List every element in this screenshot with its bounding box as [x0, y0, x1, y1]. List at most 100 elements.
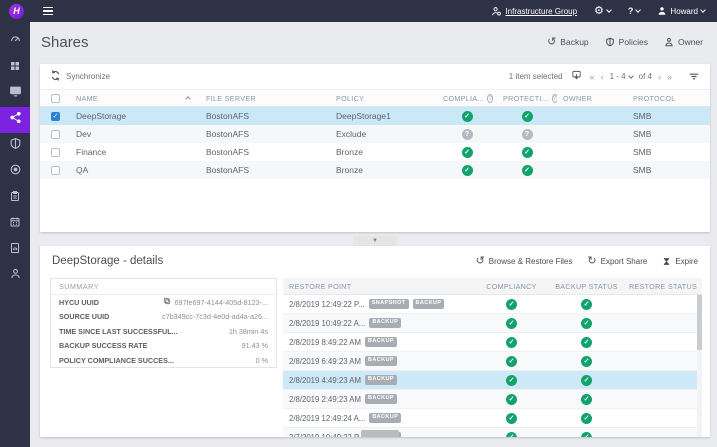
infrastructure-group-menu[interactable]: Infrastructure Group	[491, 6, 577, 17]
sidebar-item-reports[interactable]	[0, 237, 30, 263]
table-row[interactable]: DeepStorage BostonAFS DeepStorage1 SMB	[40, 107, 710, 125]
infrastructure-group-link[interactable]: Infrastructure Group	[505, 7, 577, 16]
selection-count: 1 item selected	[508, 72, 563, 81]
panel-collapse-handle[interactable]: ▼	[353, 236, 397, 246]
page-range-label: 1 - 4	[609, 72, 626, 81]
snapshot-tag: SNAPSHOT	[368, 299, 409, 309]
browse-restore-files-button[interactable]: ↺ Browse & Restore Files	[475, 254, 573, 267]
select-all-checkbox[interactable]	[50, 93, 60, 103]
policies-button[interactable]: Policies	[605, 37, 648, 47]
row-checkbox[interactable]	[50, 111, 60, 121]
sidebar-item-virtual-machines[interactable]	[0, 81, 30, 107]
compliancy-status-icon	[461, 110, 473, 122]
compliancy-status-icon	[506, 317, 517, 329]
sidebar-item-targets[interactable]	[0, 159, 30, 185]
restore-point-row[interactable]: 2/8/2019 4:49:23 AM BACKUP	[283, 371, 702, 390]
restore-point-row[interactable]: 2/8/2019 12:49:24 A... BACKUP	[283, 409, 702, 428]
help-menu[interactable]: ?	[627, 6, 642, 16]
bottom-drag-handle[interactable]	[361, 430, 399, 437]
restore-icon: ↺	[475, 254, 485, 267]
backup-button[interactable]: ↺ Backup	[547, 36, 589, 48]
gear-icon: ⚙	[594, 4, 604, 17]
copy-icon[interactable]	[163, 297, 171, 307]
synchronize-label: Synchronize	[66, 72, 111, 81]
restore-point-row[interactable]: 2/8/2019 2:49:23 AM BACKUP	[283, 390, 702, 409]
protocol: SMB	[633, 165, 652, 175]
page-range-dropdown[interactable]: 1 - 4	[609, 72, 634, 81]
expire-button[interactable]: Expire	[662, 256, 698, 267]
restore-point-row[interactable]: 2/8/2019 12:49:22 P... SNAPSHOT BACKUP	[283, 295, 702, 314]
sidebar-item-shares[interactable]	[0, 107, 30, 133]
synchronize-button[interactable]: Synchronize	[50, 70, 110, 83]
hycu-uuid-value: 697fe697-4144-405d-8123-...	[174, 297, 268, 307]
time-since-value: 1h 38min 4s	[228, 326, 268, 336]
column-header-owner[interactable]: OWNER	[557, 94, 627, 103]
sidebar-item-applications[interactable]	[0, 55, 30, 81]
settings-menu[interactable]: ⚙	[594, 4, 612, 17]
infrastructure-group-icon	[491, 6, 502, 17]
column-header-compliancy[interactable]: COMPLIANCY	[474, 282, 549, 291]
menu-hamburger-icon[interactable]	[43, 6, 53, 16]
protocol: SMB	[633, 129, 652, 139]
restore-point-time: 2/8/2019 10:49:22 A...	[289, 318, 366, 328]
row-checkbox[interactable]	[50, 129, 60, 139]
export-share-button[interactable]: ↻ Export Share	[587, 255, 647, 267]
page-next-button[interactable]: ›	[658, 72, 661, 82]
vertical-scrollbar[interactable]	[697, 295, 702, 437]
column-header-restore-point[interactable]: RESTORE POINT	[283, 282, 474, 291]
column-header-policy[interactable]: POLICY	[330, 94, 437, 103]
restore-point-time: 2/8/2019 8:49:22 AM	[289, 337, 361, 347]
column-header-file-server[interactable]: FILE SERVER	[200, 94, 330, 103]
sidebar-item-administration[interactable]	[0, 263, 30, 289]
scrollbar-thumb[interactable]	[697, 295, 702, 350]
backup-tag: BACKUP	[412, 299, 445, 309]
dashboard-icon	[9, 33, 22, 51]
row-checkbox[interactable]	[50, 147, 60, 157]
sidebar-item-policies[interactable]	[0, 133, 30, 159]
chevron-down-icon	[627, 72, 634, 79]
column-header-name[interactable]: NAME	[70, 94, 200, 103]
page-first-button[interactable]: «	[590, 72, 595, 82]
compliancy-status-icon	[506, 336, 517, 348]
summary-row: POLICY COMPLIANCE SUCCES... 0 %	[59, 355, 268, 365]
filter-icon[interactable]	[688, 71, 700, 82]
show-selected-icon[interactable]	[571, 70, 582, 83]
administration-icon	[9, 267, 22, 285]
main-content: Shares ↺ Backup Policies Owner Synchroni…	[30, 22, 717, 447]
table-row[interactable]: Dev BostonAFS Exclude SMB	[40, 125, 710, 143]
page-last-button[interactable]: »	[667, 72, 672, 82]
user-menu[interactable]: Howard	[657, 6, 706, 16]
summary-box: SUMMARY HYCU UUID 697fe697-4144-405d-812…	[50, 278, 277, 368]
summary-row: BACKUP SUCCESS RATE 91.43 %	[59, 341, 268, 351]
owner-button[interactable]: Owner	[664, 37, 703, 47]
triangle-down-icon: ▼	[372, 238, 378, 244]
column-header-restore-status[interactable]: RESTORE STATUS	[624, 282, 702, 291]
restore-table-body: 2/8/2019 12:49:22 P... SNAPSHOT BACKUP 2…	[283, 295, 702, 437]
restore-point-row[interactable]: 2/7/2019 10:49:22 P... BACKUP	[283, 428, 702, 437]
backup-status-icon	[581, 355, 592, 367]
user-name: Howard	[670, 6, 698, 16]
page-prev-button[interactable]: ‹	[601, 72, 604, 82]
backup-tag: BACKUP	[369, 413, 402, 423]
sidebar-item-jobs[interactable]	[0, 185, 30, 211]
column-header-backup-status[interactable]: BACKUP STATUS	[549, 282, 624, 291]
column-header-protection[interactable]: PROTECTI...	[497, 93, 557, 103]
sidebar-item-dashboard[interactable]	[0, 29, 30, 55]
restore-point-row[interactable]: 2/8/2019 6:49:23 AM BACKUP	[283, 352, 702, 371]
backup-tag: BACKUP	[369, 318, 402, 328]
shares-icon	[9, 111, 22, 129]
compliancy-status-icon	[461, 128, 473, 140]
backup-tag: BACKUP	[364, 356, 397, 366]
help-circle-icon[interactable]	[487, 93, 494, 103]
row-checkbox[interactable]	[50, 165, 60, 175]
table-row[interactable]: QA BostonAFS Bronze SMB	[40, 161, 710, 179]
restore-point-row[interactable]: 2/8/2019 10:49:22 A... BACKUP	[283, 314, 702, 333]
table-row[interactable]: Finance BostonAFS Bronze SMB	[40, 143, 710, 161]
restore-point-row[interactable]: 2/8/2019 8:49:22 AM BACKUP	[283, 333, 702, 352]
hycu-logo-icon[interactable]: H	[9, 3, 24, 19]
column-header-protocol[interactable]: PROTOCOL	[627, 94, 710, 103]
column-header-compliancy[interactable]: COMPLIA...	[437, 93, 497, 103]
sidebar-item-events[interactable]	[0, 211, 30, 237]
targets-icon	[9, 163, 22, 181]
help-icon: ?	[627, 6, 634, 16]
